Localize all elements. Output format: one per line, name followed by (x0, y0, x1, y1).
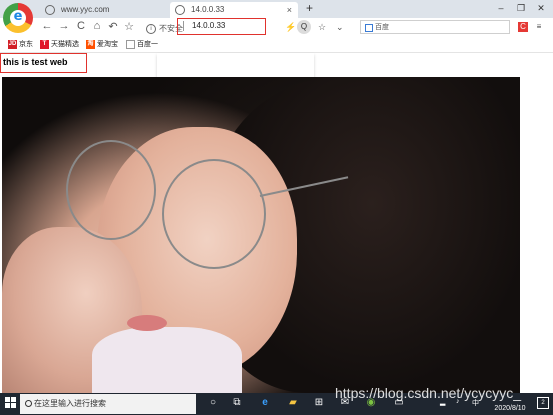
browser-logo-icon: e (3, 3, 33, 33)
close-tab-icon[interactable]: × (287, 2, 292, 18)
close-window-icon[interactable]: ✕ (534, 3, 548, 14)
address-dropdown (157, 53, 314, 77)
edge-icon[interactable]: e (258, 396, 272, 410)
windows-start-icon[interactable] (5, 397, 17, 409)
globe-icon (175, 4, 185, 15)
restore-icon[interactable]: ❐ (514, 3, 528, 14)
jd-icon: JD (8, 40, 17, 49)
photo-lips (127, 315, 167, 331)
cortana-icon[interactable]: ○ (206, 396, 220, 410)
task-view-icon[interactable]: ⧉ (230, 396, 244, 410)
search-input[interactable]: 百度 (360, 20, 510, 34)
bookmark-taobao[interactable]: 淘爱淘宝 (86, 40, 118, 50)
taskbar-search-input[interactable]: 在这里输入进行搜索 (20, 394, 196, 414)
notification-icon[interactable]: 2 (537, 397, 549, 409)
info-icon: i (146, 23, 156, 34)
glasses-left-lens (66, 140, 156, 240)
reload-icon[interactable]: C (74, 20, 88, 32)
toolbar: ← → C ⌂ ↶ ☆ i 不安全 14.0.0.33 ⚡ Q ☆ ⌄ 百度 C … (0, 18, 553, 38)
taobao-icon: 淘 (86, 40, 95, 49)
baidu-icon (126, 40, 135, 49)
tab-strip: e www.yyc.com 14.0.0.33 × + – ❐ ✕ (0, 0, 553, 33)
tab-yyc[interactable]: www.yyc.com (45, 2, 160, 18)
new-tab-button[interactable]: + (306, 1, 313, 15)
undo-icon[interactable]: ↶ (106, 20, 120, 33)
chevron-down-icon[interactable]: ⌄ (336, 22, 344, 33)
page-content: this is test web (0, 53, 553, 393)
store-icon[interactable]: ⊞ (312, 396, 326, 410)
globe-icon (45, 4, 55, 15)
bookmarks-bar: JD 京东 T 天猫精选 淘爱淘宝 百度一 (0, 38, 553, 53)
lightning-icon[interactable]: ⚡ (285, 22, 296, 33)
minimize-icon[interactable]: – (494, 3, 508, 13)
tab-title: 14.0.0.33 (191, 5, 225, 14)
watermark-text: https://blog.csdn.net/ycycyyc_ (335, 385, 521, 401)
back-icon[interactable]: ← (40, 20, 54, 32)
tab-title: www.yyc.com (61, 5, 110, 14)
address-bar[interactable]: 14.0.0.33 (177, 18, 266, 35)
page-heading: this is test web (0, 53, 87, 73)
zoom-icon[interactable]: Q (297, 20, 311, 34)
clock-date: 2020/8/10 (494, 405, 526, 412)
bookmark-jd[interactable]: JD 京东 (8, 40, 33, 50)
bookmark-baidu[interactable]: 百度一 (126, 40, 158, 50)
forward-icon[interactable]: → (57, 20, 71, 32)
photo-sleeve (92, 327, 242, 393)
glasses-right-lens (162, 159, 266, 269)
file-explorer-icon[interactable]: ▰ (286, 396, 300, 410)
star-icon[interactable]: ☆ (318, 22, 326, 33)
extension-icon[interactable]: C (518, 22, 528, 32)
tmall-icon: T (40, 40, 49, 49)
home-icon[interactable]: ⌂ (90, 20, 104, 32)
menu-icon[interactable]: ≡ (534, 22, 544, 32)
favorite-icon[interactable]: ☆ (122, 20, 136, 33)
tab-active[interactable]: 14.0.0.33 × (170, 2, 298, 18)
portrait-image (2, 77, 520, 393)
bookmark-tmall[interactable]: T 天猫精选 (40, 40, 79, 50)
